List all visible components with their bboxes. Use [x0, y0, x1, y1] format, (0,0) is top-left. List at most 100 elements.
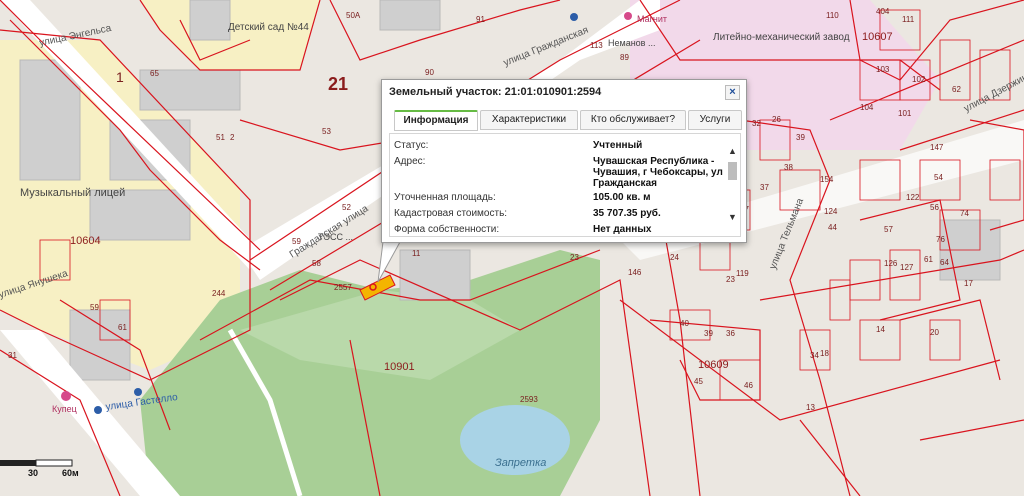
- bus-stop-icon[interactable]: [570, 13, 578, 21]
- house-number: 59: [90, 303, 99, 312]
- house-number: 62: [952, 85, 961, 94]
- house-number: 61: [924, 255, 933, 264]
- house-number: 46: [744, 381, 753, 390]
- info-value: 105.00 кв. м: [593, 192, 651, 203]
- parcel-label-10901: 10901: [384, 361, 415, 373]
- popup-scrollbar[interactable]: ▲ ▼: [727, 136, 738, 232]
- house-number: 34: [810, 351, 819, 360]
- house-number: 51: [216, 133, 225, 142]
- tab-services[interactable]: Услуги: [688, 110, 742, 130]
- house-number: 56: [930, 203, 939, 212]
- house-number: 45: [694, 377, 703, 386]
- house-number: 113: [590, 41, 603, 50]
- house-number: 102: [912, 75, 926, 84]
- house-number: 58: [312, 259, 321, 268]
- shop-icon[interactable]: [61, 391, 71, 401]
- popup-title: Земельный участок: 21:01:010901:2594: [389, 86, 602, 98]
- house-number: 36: [726, 329, 735, 338]
- house-number: 64: [940, 258, 949, 267]
- scale-label-60: 60м: [62, 468, 79, 478]
- house-number: 26: [772, 115, 781, 124]
- scale-label-30: 30: [28, 468, 38, 478]
- info-key: Форма собственности:: [394, 224, 500, 235]
- house-number: 23: [726, 275, 735, 284]
- info-value: Чувашская Республика - Чувашия, г Чебокс…: [593, 156, 723, 189]
- scroll-up-icon[interactable]: ▲: [727, 146, 738, 156]
- scroll-thumb[interactable]: [728, 162, 737, 180]
- house-number: 50А: [346, 11, 361, 20]
- place-label-plant: Литейно-механический завод: [713, 32, 850, 43]
- house-number: 244: [212, 289, 226, 298]
- house-number: 52: [342, 203, 351, 212]
- place-label-kupets: Купец: [52, 404, 77, 414]
- house-number: 40: [680, 319, 689, 328]
- house-number: 89: [620, 53, 629, 62]
- place-label-kindergarten: Детский сад №44: [228, 22, 309, 33]
- house-number: 90: [425, 68, 434, 77]
- info-key: Кадастровая стоимость:: [394, 208, 508, 219]
- house-number: 59: [292, 237, 301, 246]
- popup-info-panel: Статус: Учтенный Адрес: Чувашская Респуб…: [389, 133, 741, 237]
- house-number: 20: [930, 328, 939, 337]
- house-number: 111: [902, 15, 915, 24]
- house-number: 74: [960, 209, 969, 218]
- house-number: 39: [704, 329, 713, 338]
- info-key: Адрес:: [394, 156, 426, 167]
- house-number: 32: [752, 119, 761, 128]
- info-value: 35 707.35 руб.: [593, 208, 661, 219]
- house-number: 2: [230, 133, 235, 142]
- bus-stop-icon[interactable]: [134, 388, 142, 396]
- place-label-music-lyceum: Музыкальный лицей: [20, 187, 125, 199]
- house-number: 103: [876, 65, 890, 74]
- bus-stop-icon[interactable]: [94, 406, 102, 414]
- parcel-label-10604: 10604: [70, 235, 101, 247]
- house-number: 124: [824, 207, 838, 216]
- info-value: Учтенный: [593, 140, 643, 151]
- house-number: 53: [322, 127, 331, 136]
- tab-information[interactable]: Информация: [394, 110, 478, 131]
- house-number: 38: [784, 163, 793, 172]
- info-key: Статус:: [394, 140, 429, 151]
- house-number: 17: [964, 279, 973, 288]
- house-number: 127: [900, 263, 914, 272]
- house-number: 122: [906, 193, 920, 202]
- shop-icon[interactable]: [624, 12, 632, 20]
- place-label-zapretka: Запретка: [495, 457, 546, 469]
- tab-characteristics[interactable]: Характеристики: [480, 110, 578, 130]
- place-label-magnit: Магнит: [637, 14, 667, 24]
- house-number: 11: [412, 249, 421, 258]
- house-number: 23: [570, 253, 579, 262]
- parcel-label-10609: 10609: [698, 359, 729, 371]
- parcel-info-popup: Земельный участок: 21:01:010901:2594 × И…: [381, 79, 747, 243]
- house-number: 31: [8, 351, 17, 360]
- house-number: 126: [884, 259, 898, 268]
- house-number: 147: [930, 143, 944, 152]
- cadastral-quarter-label: 21: [328, 74, 348, 94]
- scroll-down-icon[interactable]: ▼: [727, 212, 738, 222]
- house-number: 104: [860, 103, 874, 112]
- house-number: 39: [796, 133, 805, 142]
- close-icon[interactable]: ×: [725, 85, 740, 100]
- parcel-label-10607: 10607: [862, 31, 893, 43]
- house-number: 18: [820, 349, 829, 358]
- house-number: 57: [884, 225, 893, 234]
- house-number: 44: [828, 223, 837, 232]
- house-number: 37: [760, 183, 769, 192]
- info-value: Нет данных: [593, 224, 652, 235]
- house-number: 404: [876, 7, 890, 16]
- house-number: 2593: [520, 395, 538, 404]
- place-label-nemanov: Неманов ...: [608, 38, 655, 48]
- house-number: 61: [118, 323, 127, 332]
- house-number: 119: [736, 269, 749, 278]
- house-number: 2557: [334, 283, 352, 292]
- house-number: 13: [806, 403, 815, 412]
- info-key: Уточненная площадь:: [394, 192, 496, 203]
- cadastral-map[interactable]: 10604 10901 10609 10607 21 Детский сад №…: [0, 0, 1024, 496]
- tab-who-serves[interactable]: Кто обслуживает?: [580, 110, 686, 130]
- house-number: 54: [934, 173, 943, 182]
- house-number: 110: [826, 11, 839, 20]
- house-number: 76: [936, 235, 945, 244]
- house-number: 65: [150, 69, 159, 78]
- house-number: 154: [820, 175, 834, 184]
- house-number: 146: [628, 268, 642, 277]
